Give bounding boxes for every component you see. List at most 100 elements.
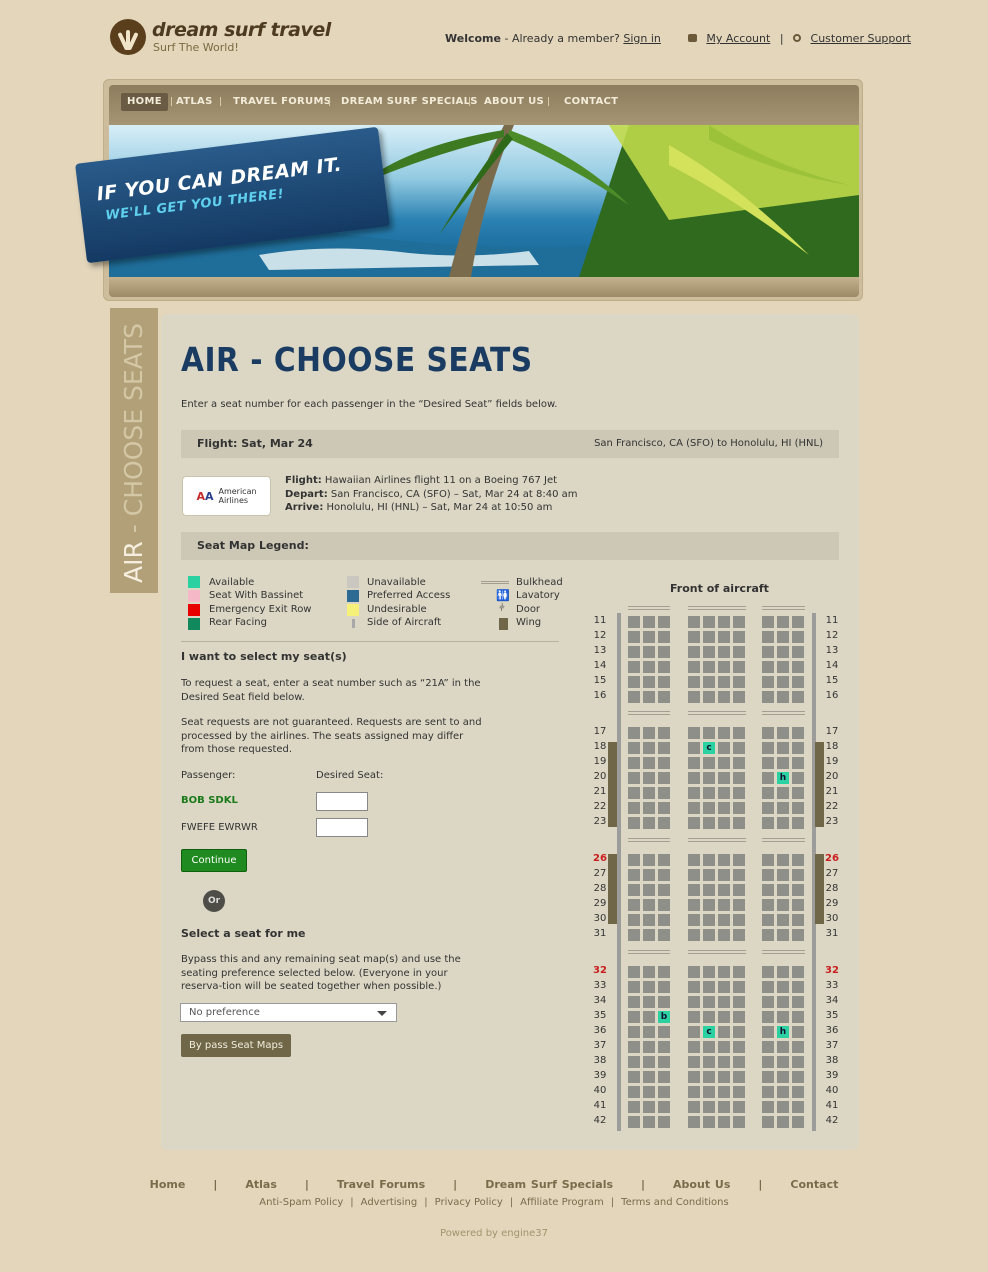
footer-link-home[interactable]: Home	[150, 1178, 186, 1191]
seat	[658, 787, 670, 799]
airline-logo: AA American Airlines	[182, 476, 271, 516]
menu-travel-forums[interactable]: TRAVEL FORUMS	[227, 93, 337, 111]
footer-link-contact[interactable]: Contact	[790, 1178, 838, 1191]
menu-divider	[469, 97, 470, 106]
continue-button[interactable]: Continue	[181, 849, 247, 872]
seat	[733, 1101, 745, 1113]
welcome-label: Welcome	[445, 32, 501, 45]
available-seat[interactable]: c	[703, 1026, 715, 1038]
affiliate-link[interactable]: Affiliate Program	[520, 1197, 604, 1208]
seat	[643, 1071, 655, 1083]
undesirable-swatch	[347, 604, 359, 616]
seat	[777, 802, 789, 814]
available-swatch	[188, 576, 200, 588]
bulkhead	[628, 838, 670, 842]
seat	[792, 742, 804, 754]
seat	[688, 914, 700, 926]
row-number-left: 16	[593, 690, 607, 701]
seat	[703, 691, 715, 703]
seat	[733, 787, 745, 799]
passenger-name-1: BOB SDKL	[181, 795, 238, 806]
seat	[762, 929, 774, 941]
row-number-left: 19	[593, 756, 607, 767]
privacy-link[interactable]: Privacy Policy	[435, 1197, 503, 1208]
page-title: AIR - CHOOSE SEATS	[181, 340, 533, 379]
seat	[718, 1086, 730, 1098]
available-seat[interactable]: b	[658, 1011, 670, 1023]
seat	[733, 631, 745, 643]
available-seat[interactable]: h	[777, 772, 789, 784]
seat	[658, 727, 670, 739]
menu-atlas[interactable]: ATLAS	[170, 93, 219, 111]
wing-swatch	[499, 618, 508, 630]
desired-seat-input-2[interactable]	[316, 818, 368, 837]
seat	[703, 1011, 715, 1023]
menu-home[interactable]: HOME	[121, 93, 168, 111]
seat	[703, 996, 715, 1008]
seat	[718, 1101, 730, 1113]
seat	[792, 884, 804, 896]
seating-preference-select[interactable]: No preference	[180, 1003, 397, 1022]
seat	[733, 742, 745, 754]
seat	[762, 661, 774, 673]
seat	[718, 981, 730, 993]
seat	[643, 914, 655, 926]
my-account-link[interactable]: My Account	[706, 32, 770, 45]
seat	[658, 616, 670, 628]
depart-label: Depart:	[285, 488, 328, 500]
legend-bassinet: Seat With Bassinet	[209, 590, 304, 601]
seat	[703, 929, 715, 941]
seat	[777, 787, 789, 799]
seat	[792, 869, 804, 881]
seat	[792, 929, 804, 941]
seat	[792, 757, 804, 769]
seat	[658, 1101, 670, 1113]
logo-icon[interactable]	[110, 19, 146, 55]
flight-bar: Flight: Sat, Mar 24 San Francisco, CA (S…	[181, 430, 839, 458]
row-number-left: 13	[593, 645, 607, 656]
footer-link-specials[interactable]: Dream Surf Specials	[485, 1178, 613, 1191]
seat	[762, 1041, 774, 1053]
menu-contact[interactable]: CONTACT	[558, 93, 624, 111]
footer-separator: |	[641, 1178, 646, 1191]
select-seat-heading: I want to select my seat(s)	[181, 650, 347, 663]
footer-link-about[interactable]: About Us	[673, 1178, 730, 1191]
passenger-column-label: Passenger:	[181, 770, 236, 781]
nav-separator: |	[779, 32, 784, 45]
anti-spam-link[interactable]: Anti-Spam Policy	[259, 1197, 343, 1208]
seat	[762, 884, 774, 896]
seat	[643, 981, 655, 993]
seat	[777, 1086, 789, 1098]
seat	[628, 1026, 640, 1038]
bypass-seat-maps-button[interactable]: By pass Seat Maps	[181, 1034, 291, 1057]
powered-by-link[interactable]: Powered by engine37	[440, 1228, 548, 1239]
side-of-aircraft-left	[617, 613, 621, 1131]
menu-dream-surf-specials[interactable]: DREAM SURF SPECIALS	[335, 93, 484, 111]
desired-seat-input-1[interactable]	[316, 792, 368, 811]
terms-link[interactable]: Terms and Conditions	[621, 1197, 729, 1208]
footer-separator: |	[304, 1178, 309, 1191]
footer-link-travel-forums[interactable]: Travel Forums	[337, 1178, 425, 1191]
row-number-right: 42	[825, 1115, 839, 1126]
seat	[777, 817, 789, 829]
available-seat[interactable]: h	[777, 1026, 789, 1038]
seat	[777, 676, 789, 688]
menu-about-us[interactable]: ABOUT US	[478, 93, 550, 111]
customer-support-link[interactable]: Customer Support	[811, 32, 911, 45]
available-seat[interactable]: c	[703, 742, 715, 754]
passenger-name-2: FWEFE EWRWR	[181, 822, 258, 833]
row-number-right: 19	[825, 756, 839, 767]
seat	[658, 929, 670, 941]
seat	[658, 802, 670, 814]
seat	[628, 616, 640, 628]
sign-in-link[interactable]: Sign in	[623, 32, 661, 45]
seat	[658, 817, 670, 829]
seat	[628, 817, 640, 829]
footer-link-atlas[interactable]: Atlas	[245, 1178, 277, 1191]
seat	[792, 787, 804, 799]
brand-name[interactable]: dream surf travel	[152, 19, 331, 41]
wing-right	[815, 742, 824, 827]
seat	[762, 757, 774, 769]
seat	[733, 899, 745, 911]
advertising-link[interactable]: Advertising	[361, 1197, 418, 1208]
